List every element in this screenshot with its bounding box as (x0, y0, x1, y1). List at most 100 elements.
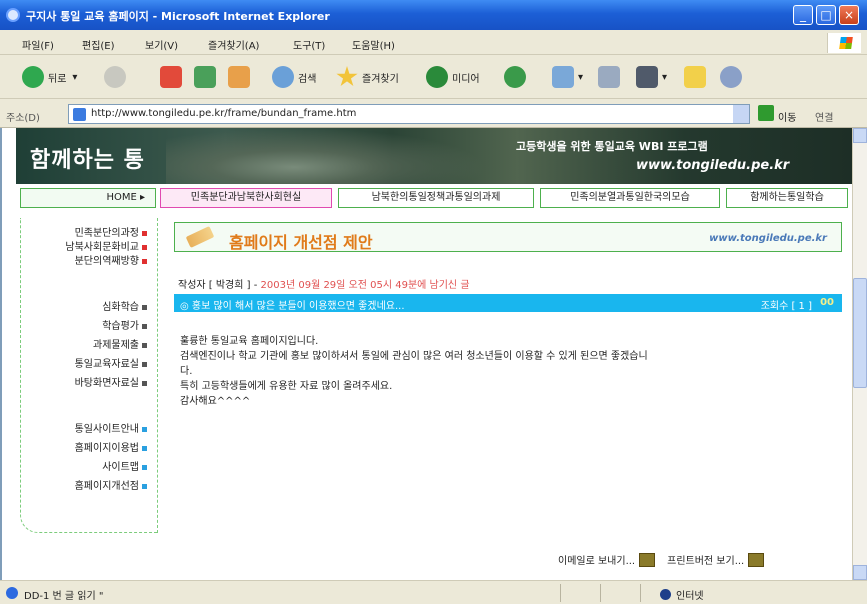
media-label: 미디어 (452, 73, 480, 85)
sidebar-item-wallpaper[interactable]: 바탕화면자료실 (75, 374, 147, 389)
email-link[interactable]: 이메일로 보내기... (558, 552, 635, 567)
home-button[interactable] (228, 64, 254, 90)
bullet-icon (142, 245, 147, 250)
address-dropdown-icon[interactable] (733, 105, 749, 123)
address-label: 주소(D) (6, 113, 40, 124)
post-subject: ◎ 홍보 많이 해서 많은 분들이 이용했으면 좋겠네요... (180, 301, 405, 312)
site-tagline: 고등학생을 위한 통일교육 WBI 프로그램 (516, 140, 708, 153)
nav-tab-policy[interactable]: 남북한의통일정책과통일의과제 (338, 188, 534, 208)
sidebar-item-division-process[interactable]: 민족분단의과정 (75, 224, 147, 239)
print-link[interactable]: 프린트버전 보기... (667, 552, 744, 567)
vertical-scrollbar[interactable] (852, 128, 867, 580)
post-hits-value: 00 (820, 297, 834, 308)
back-dropdown-icon[interactable]: ▾ (72, 72, 77, 83)
post-body-line: 훌륭한 통일교육 홈페이지입니다. (180, 336, 319, 347)
status-bar: DD-1 번 글 읽기 " 인터넷 (0, 580, 867, 604)
bullet-icon (142, 231, 147, 236)
home-icon (228, 66, 250, 88)
sidebar-item-improvements[interactable]: 홈페이지개선점 (75, 477, 147, 492)
scroll-down-button[interactable] (853, 565, 867, 580)
address-input[interactable]: http://www.tongiledu.pe.kr/frame/bundan_… (68, 104, 750, 124)
back-button[interactable]: 뒤로 ▾ (22, 64, 77, 90)
back-label: 뒤로 (48, 73, 67, 85)
menu-tools[interactable]: 도구(T) (293, 37, 325, 52)
sidebar-item-site-guide[interactable]: 통일사이트안내 (75, 420, 147, 435)
nav-home[interactable]: HOME ▸ (20, 188, 156, 208)
bullet-icon (142, 484, 147, 489)
edit-button[interactable]: ▾ (636, 64, 667, 90)
minimize-button[interactable]: _ (793, 5, 813, 25)
sidebar-item-resources[interactable]: 통일교육자료실 (75, 355, 147, 370)
bullet-icon (142, 259, 147, 264)
address-bar: 주소(D) http://www.tongiledu.pe.kr/frame/b… (0, 100, 867, 128)
sidebar-item-division-direction[interactable]: 분단의역째방향 (75, 252, 147, 267)
nav-tab-future[interactable]: 민족의분열과통일한국의모습 (540, 188, 720, 208)
close-button[interactable]: × (839, 5, 859, 25)
search-icon (272, 66, 294, 88)
scroll-thumb[interactable] (853, 278, 867, 388)
nav-tab-division[interactable]: 민족분단과남북한사회현실 (160, 188, 332, 208)
media-button[interactable]: 미디어 (426, 64, 480, 90)
page-viewport: 함께하는 통 고등학생을 위한 통일교육 WBI 프로그램 www.tongil… (0, 128, 852, 580)
bullet-icon (142, 465, 147, 470)
edit-dropdown-icon[interactable]: ▾ (662, 72, 667, 83)
sidebar-item-assignment[interactable]: 과제물제출 (93, 336, 147, 351)
refresh-icon (194, 66, 216, 88)
mail-button[interactable]: ▾ (552, 64, 583, 90)
post-actions: 이메일로 보내기... 프린트버전 보기... (558, 552, 776, 567)
site-url: www.tongiledu.pe.kr (636, 158, 790, 173)
page-title: 홈페이지 개선점 제안 (229, 233, 373, 252)
back-arrow-icon (22, 66, 44, 88)
folder-button[interactable] (684, 64, 710, 90)
sidebar-item-evaluation[interactable]: 학습평가 (102, 317, 147, 332)
refresh-button[interactable] (194, 64, 220, 90)
mail-dropdown-icon[interactable]: ▾ (578, 72, 583, 83)
search-button[interactable]: 검색 (272, 64, 316, 90)
menu-view[interactable]: 보기(V) (145, 37, 178, 52)
security-zone: 인터넷 (660, 587, 704, 602)
forward-button[interactable] (104, 64, 130, 90)
page-header: 홈페이지 개선점 제안 www.tongiledu.pe.kr (174, 222, 842, 252)
address-url: http://www.tongiledu.pe.kr/frame/bundan_… (91, 108, 357, 119)
history-button[interactable] (504, 64, 530, 90)
favorites-label: 즐겨찾기 (362, 73, 399, 85)
search-label: 검색 (298, 73, 317, 85)
print-version-icon[interactable] (748, 552, 765, 567)
nav-tab-together[interactable]: 함께하는통일학습 (726, 188, 848, 208)
stop-button[interactable] (160, 64, 186, 90)
links-button[interactable]: 연결 (815, 109, 833, 124)
ie-logo-icon (6, 8, 20, 22)
print-button[interactable] (598, 64, 624, 90)
edit-icon (636, 66, 658, 88)
toolbar: 뒤로 ▾ 검색 즐겨찾기 미디어 ▾ ▾ (0, 55, 867, 99)
star-icon (336, 66, 358, 87)
history-icon (504, 66, 526, 88)
site-brand[interactable]: 함께하는 통 (30, 142, 145, 174)
menu-file[interactable]: 파일(F) (22, 37, 54, 52)
post-body-line: 감사해요^^^^ (180, 396, 251, 407)
favorites-button[interactable]: 즐겨찾기 (336, 64, 399, 90)
menu-edit[interactable]: 편집(E) (82, 37, 115, 52)
sidebar-item-culture-compare[interactable]: 남북사회문화비교 (65, 238, 147, 253)
sidebar-item-advanced[interactable]: 심화학습 (102, 298, 147, 313)
menu-favorites[interactable]: 즐겨찾기(A) (208, 37, 259, 52)
maximize-button[interactable]: □ (816, 5, 836, 25)
messenger-button[interactable] (720, 64, 746, 90)
bullet-icon (142, 381, 147, 386)
messenger-icon (720, 66, 742, 88)
scroll-up-button[interactable] (853, 128, 867, 143)
go-button[interactable]: 이동 (778, 109, 796, 124)
menu-help[interactable]: 도움말(H) (352, 37, 395, 52)
post-body: 훌륭한 통일교육 홈페이지입니다. 검색엔진이나 학교 기관에 홍보 많이하셔서… (180, 334, 840, 409)
go-arrow-icon[interactable] (758, 105, 774, 121)
page-status-icon (6, 587, 18, 599)
post-subject-bar: ◎ 홍보 많이 해서 많은 분들이 이용했으면 좋겠네요... 조회수 [ 1 … (174, 294, 842, 312)
post-meta: 작성자 [ 박경희 ] - 2003년 09월 29일 오전 05시 49분에 … (178, 276, 470, 291)
sidebar-item-sitemap[interactable]: 사이트맵 (102, 458, 147, 473)
sidebar-item-how-to-use[interactable]: 홈페이지이용법 (75, 439, 147, 454)
bullet-icon (142, 324, 147, 329)
pencil-icon (185, 226, 215, 248)
post-body-line: 검색엔진이나 학교 기관에 홍보 많이하셔서 통일에 관심이 많은 여러 청소년… (180, 351, 648, 362)
bullet-icon (142, 362, 147, 367)
email-icon[interactable] (639, 552, 656, 567)
